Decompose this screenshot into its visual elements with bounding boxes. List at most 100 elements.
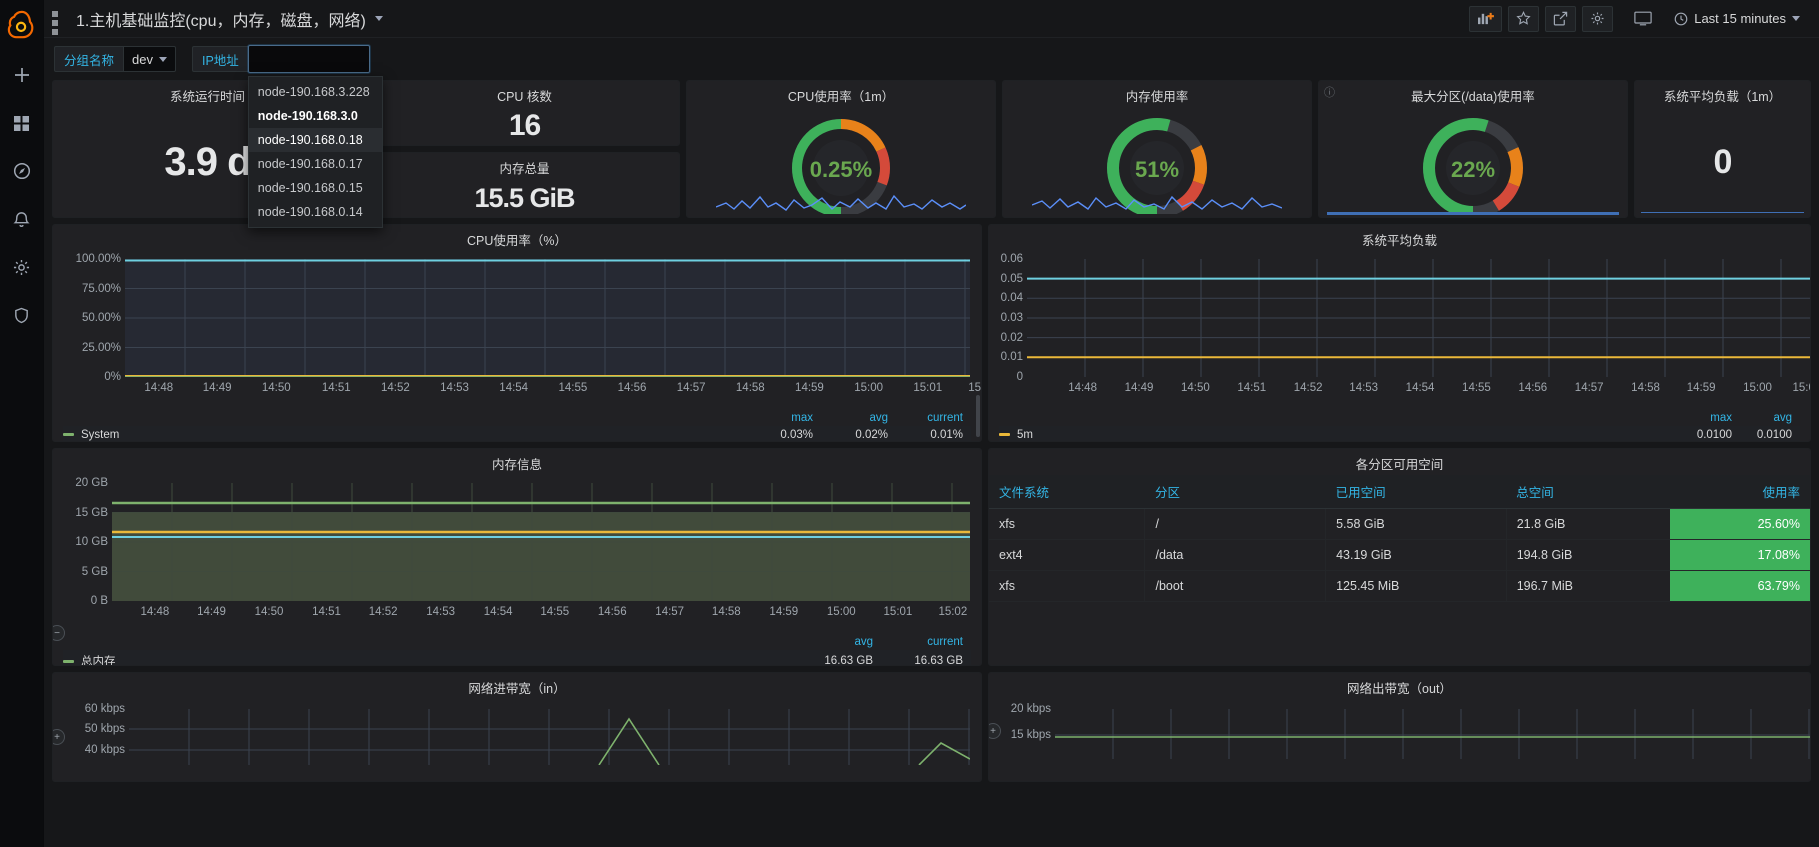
page-title: 1.主机基础监控(cpu，内存，磁盘，网络) bbox=[76, 12, 366, 30]
y-tick: 20 kbps bbox=[1010, 703, 1051, 715]
x-tick: 14:52 bbox=[1293, 382, 1323, 394]
legend-col-current[interactable]: current bbox=[896, 410, 971, 426]
column-header-mount[interactable]: 分区 bbox=[1144, 475, 1326, 509]
variable-input-ip[interactable] bbox=[247, 45, 370, 73]
y-tick: 0 B bbox=[90, 595, 108, 607]
legend-value-current: 0.01% bbox=[930, 429, 963, 441]
legend-col-avg[interactable]: avg bbox=[761, 634, 881, 650]
panel-net-in: 网络进带宽（in） 60 kbps 50 kbps 40 kbps + bbox=[52, 672, 982, 782]
sidebar-item-alerting[interactable] bbox=[4, 201, 40, 237]
sidebar-item-configuration[interactable] bbox=[4, 249, 40, 285]
grafana-logo-icon[interactable] bbox=[4, 7, 40, 43]
x-tick: 14:55 bbox=[540, 606, 570, 618]
dropdown-option[interactable]: node-190.168.0.18 bbox=[248, 128, 382, 152]
x-tick: 14:50 bbox=[1180, 382, 1210, 394]
tv-mode-button[interactable] bbox=[1627, 6, 1659, 32]
dropdown-option[interactable]: node-190.168.0.15 bbox=[249, 176, 382, 200]
sidebar-item-explore[interactable] bbox=[4, 153, 40, 189]
x-tick: 14:51 bbox=[321, 382, 351, 394]
gauge-area: 0.25% bbox=[687, 107, 995, 217]
panel-info-icon[interactable]: ⓘ bbox=[1324, 84, 1335, 100]
dashboard-settings-button[interactable] bbox=[1582, 5, 1614, 32]
y-tick: 15 GB bbox=[75, 506, 108, 519]
panel-title: 最大分区(/data)使用率 bbox=[1411, 90, 1535, 104]
legend-col-current[interactable]: current bbox=[881, 634, 971, 650]
column-header-usage[interactable]: 使用率 bbox=[1670, 475, 1810, 509]
dropdown-option[interactable]: node-190.168.3.228 bbox=[249, 80, 382, 104]
table-row[interactable]: ext4 /data 43.19 GiB 194.8 GiB 17.08% bbox=[989, 539, 1810, 571]
panel-net-out: 网络出带宽（out） 20 kbps 15 kbps + bbox=[988, 672, 1811, 782]
net-in-plot: 60 kbps 50 kbps 40 kbps + bbox=[53, 701, 970, 781]
panel-title: 各分区可用空间 bbox=[1355, 458, 1444, 472]
sidebar-item-dashboards[interactable] bbox=[4, 105, 40, 141]
status-badge: 63.79% bbox=[1670, 571, 1810, 601]
x-tick: 14:57 bbox=[655, 606, 685, 618]
disk-usage-table: 文件系统 分区 已用空间 总空间 使用率 xfs / 5.58 GiB 21.8… bbox=[989, 475, 1810, 602]
status-badge: 25.60% bbox=[1670, 509, 1810, 539]
cell-used: 5.58 GiB bbox=[1325, 508, 1507, 540]
cell-mount: /boot bbox=[1144, 570, 1326, 602]
side-navigation bbox=[0, 0, 44, 847]
cell-used: 125.45 MiB bbox=[1325, 570, 1507, 602]
legend-col-max[interactable]: max bbox=[726, 410, 821, 426]
column-header-filesystem[interactable]: 文件系统 bbox=[989, 475, 1145, 509]
sidebar-item-create[interactable] bbox=[4, 57, 40, 93]
y-tick: 0.01 bbox=[1000, 351, 1023, 364]
x-tick: 14:51 bbox=[312, 606, 341, 618]
legend-row[interactable]: 总内存 16.63 GB 16.63 GB bbox=[63, 650, 971, 665]
cell-usage: 63.79% bbox=[1670, 570, 1810, 602]
dashboard-toolbar: 1.主机基础监控(cpu，内存，磁盘，网络) Last 15 minutes bbox=[44, 0, 1819, 44]
dropdown-option[interactable]: node-190.168.0.14 bbox=[249, 200, 382, 224]
legend-col-avg[interactable]: avg bbox=[821, 410, 896, 426]
legend-series-header bbox=[999, 410, 1660, 426]
legend-row[interactable]: System 0.03% 0.02% 0.01% bbox=[63, 426, 971, 441]
panel-load-graph: 系统平均负载 0.06 0.05 0.04 0.03 0.02 0.01 0 1… bbox=[988, 224, 1811, 442]
variable-group-ip: IP地址 node-190.168.3.228 node-190.168.3.0… bbox=[191, 45, 383, 228]
variable-options-dropdown[interactable]: node-190.168.3.228 node-190.168.3.0 node… bbox=[247, 76, 383, 228]
variable-select-group[interactable]: dev bbox=[123, 46, 176, 72]
panel-title: 内存信息 bbox=[491, 458, 542, 472]
panel-mem-graph: 内存信息 20 GB 15 GB 10 GB 5 GB 0 B 14:48 14… bbox=[52, 448, 982, 666]
grafana-app: 1.主机基础监控(cpu，内存，磁盘，网络) Last 15 minutes 分… bbox=[0, 0, 1819, 847]
add-panel-button[interactable] bbox=[1469, 5, 1503, 32]
y-tick: 100.00% bbox=[75, 253, 121, 265]
legend-label: 5m bbox=[1017, 429, 1033, 441]
legend-row[interactable]: 5m 0.0100 0.0100 bbox=[999, 426, 1800, 441]
variable-ip-wrapper: node-190.168.3.228 node-190.168.3.0 node… bbox=[247, 45, 383, 228]
legend-value-max: 0.0100 bbox=[1696, 429, 1732, 441]
x-tick: 14:48 bbox=[1068, 382, 1097, 394]
share-dashboard-button[interactable] bbox=[1545, 5, 1577, 32]
sidebar-item-server-admin[interactable] bbox=[4, 297, 40, 333]
x-tick: 14:53 bbox=[426, 606, 455, 618]
x-tick: 14:57 bbox=[676, 382, 706, 394]
legend-series-name-cell: 5m bbox=[999, 426, 1660, 441]
column-header-used[interactable]: 已用空间 bbox=[1325, 475, 1507, 509]
x-tick: 14:58 bbox=[1631, 382, 1660, 394]
y-tick: 0.05 bbox=[1000, 272, 1023, 285]
y-tick: 20 GB bbox=[75, 477, 108, 489]
panel-title: 网络出带宽（out） bbox=[1347, 682, 1452, 696]
table-row[interactable]: xfs / 5.58 GiB 21.8 GiB 25.60% bbox=[989, 508, 1810, 540]
legend-col-avg[interactable]: avg bbox=[1740, 410, 1800, 426]
dropdown-option[interactable]: node-190.168.3.0 bbox=[249, 104, 382, 128]
legend-scrollbar[interactable] bbox=[976, 395, 980, 437]
cell-total: 194.8 GiB bbox=[1505, 539, 1671, 571]
legend-label: System bbox=[81, 429, 120, 441]
cell-mount: / bbox=[1144, 508, 1326, 540]
time-range-picker[interactable]: Last 15 minutes bbox=[1665, 6, 1809, 32]
cell-mount: /data bbox=[1144, 539, 1326, 571]
cpu-sparkline bbox=[716, 194, 966, 211]
variable-value-group: dev bbox=[132, 51, 153, 67]
mark-favorite-button[interactable] bbox=[1508, 5, 1540, 32]
column-header-total[interactable]: 总空间 bbox=[1506, 475, 1671, 509]
x-tick: 15:00 bbox=[1743, 382, 1772, 394]
x-tick: 15:01 bbox=[1792, 382, 1810, 394]
chevron-down-icon[interactable] bbox=[374, 16, 383, 21]
dashboard-title-group[interactable]: 1.主机基础监控(cpu，内存，磁盘，网络) bbox=[52, 7, 383, 44]
legend-col-max[interactable]: max bbox=[1660, 410, 1740, 426]
mem-graph-canvas bbox=[112, 483, 970, 601]
dashboard-row-3: 内存信息 20 GB 15 GB 10 GB 5 GB 0 B 14:48 14… bbox=[52, 448, 1811, 666]
dropdown-option[interactable]: node-190.168.0.17 bbox=[249, 152, 382, 176]
table-row[interactable]: xfs /boot 125.45 MiB 196.7 MiB 63.79% bbox=[989, 570, 1810, 602]
y-tick: 0.02 bbox=[1000, 331, 1023, 344]
